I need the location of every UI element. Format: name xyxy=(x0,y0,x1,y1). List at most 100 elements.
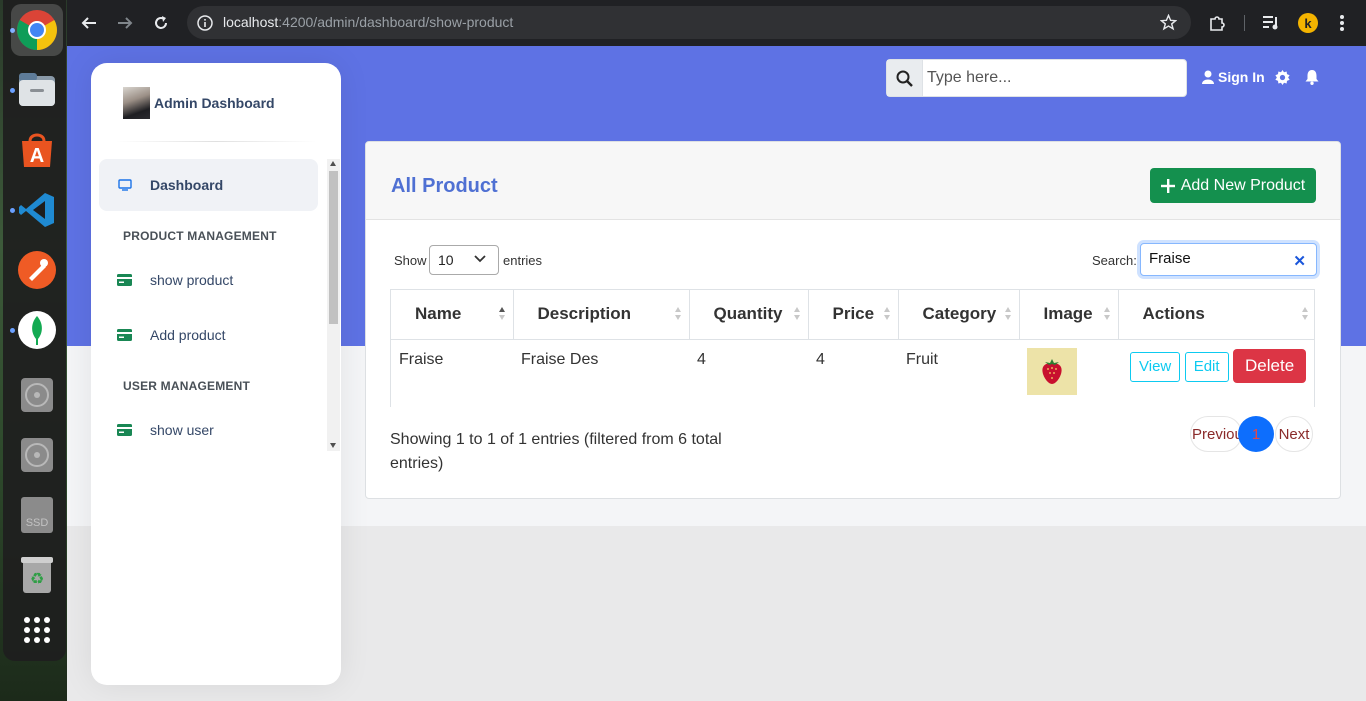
url-path: :4200/admin/dashboard/show-product xyxy=(278,14,514,30)
chrome-app-icon[interactable] xyxy=(11,4,63,56)
dock-panel: A SSD ♻ xyxy=(3,0,66,661)
page-title: All Product xyxy=(391,175,498,197)
scroll-down-arrow-icon[interactable] xyxy=(330,443,336,448)
delete-button[interactable]: Delete xyxy=(1233,348,1307,383)
site-info-icon[interactable] xyxy=(197,15,213,31)
disk-drive-icon[interactable] xyxy=(11,369,63,421)
address-bar[interactable]: localhost:4200/admin/dashboard/show-prod… xyxy=(187,6,1191,39)
user-icon xyxy=(1202,70,1214,84)
cell-quantity: 4 xyxy=(697,350,706,368)
column-header-name[interactable]: Name xyxy=(391,290,514,340)
top-search-input[interactable] xyxy=(923,69,1173,87)
svg-text:♻: ♻ xyxy=(30,569,44,588)
chevron-down-icon xyxy=(474,255,486,263)
show-apps-grid-icon[interactable] xyxy=(11,604,63,656)
column-header-image[interactable]: Image xyxy=(1019,290,1119,340)
sort-icon xyxy=(1103,307,1110,322)
length-suffix: entries xyxy=(503,253,543,268)
svg-text:SSD: SSD xyxy=(26,517,49,529)
table-search-box: ✕ xyxy=(1140,243,1317,276)
cell-price: 4 xyxy=(816,350,825,368)
scroll-up-arrow-icon[interactable] xyxy=(330,161,336,166)
sidebar-item-add-product[interactable]: Add product xyxy=(99,309,318,361)
card-icon xyxy=(99,329,150,341)
card-header: All Product Add New Product xyxy=(366,142,1340,220)
column-header-actions[interactable]: Actions xyxy=(1118,290,1314,340)
product-card: All Product Add New Product Show 10 entr… xyxy=(365,141,1341,499)
sidebar-item-label: Add product xyxy=(150,327,226,343)
notification-bell-icon[interactable] xyxy=(1305,70,1319,85)
sidebar-item-label: show product xyxy=(150,272,234,288)
product-table: Name Description Quantity Price Category… xyxy=(390,289,1315,407)
cell-name: Fraise xyxy=(399,350,444,368)
back-icon[interactable] xyxy=(77,11,101,35)
clear-search-icon[interactable]: ✕ xyxy=(1293,252,1306,270)
web-page: Sign In Admin Dashboard Dashboard PRODUC… xyxy=(67,46,1366,701)
table-row: Fraise Fraise Des 4 4 Fruit View Edit De… xyxy=(391,339,1314,407)
column-header-category[interactable]: Category xyxy=(898,290,1020,340)
settings-gear-icon[interactable] xyxy=(1275,70,1290,85)
pagination-page-1[interactable]: 1 xyxy=(1238,416,1274,452)
extensions-icon[interactable] xyxy=(1209,14,1227,32)
column-header-description[interactable]: Description xyxy=(513,290,690,340)
sort-icon xyxy=(793,307,800,322)
top-search-group xyxy=(886,59,1187,97)
view-button[interactable]: View xyxy=(1130,351,1181,382)
admin-avatar xyxy=(123,87,150,119)
column-header-price[interactable]: Price xyxy=(808,290,899,340)
more-menu-icon[interactable] xyxy=(1339,14,1345,32)
sign-in-label: Sign In xyxy=(1218,69,1265,85)
entries-per-page-select[interactable]: 10 xyxy=(429,245,499,275)
bookmark-star-icon[interactable] xyxy=(1160,14,1177,31)
disk-drive-icon[interactable] xyxy=(11,429,63,481)
table-info: Showing 1 to 1 of 1 entries (filtered fr… xyxy=(390,431,722,472)
sidebar-brand[interactable]: Admin Dashboard xyxy=(123,87,275,119)
monitor-icon xyxy=(99,179,150,191)
section-heading: USER MANAGEMENT xyxy=(123,379,251,393)
scrollbar-thumb[interactable] xyxy=(329,171,338,324)
pagination-next[interactable]: Next xyxy=(1275,416,1313,452)
vscode-app-icon[interactable] xyxy=(11,184,63,236)
table-search-input[interactable] xyxy=(1149,250,1289,267)
sidebar-item-show-user[interactable]: show user xyxy=(99,404,318,451)
sort-icon xyxy=(883,307,890,322)
search-label: Search: xyxy=(1092,253,1137,268)
add-new-product-button[interactable]: Add New Product xyxy=(1150,168,1316,203)
sign-in-link[interactable]: Sign In xyxy=(1202,69,1265,85)
column-header-quantity[interactable]: Quantity xyxy=(689,290,809,340)
forward-icon[interactable] xyxy=(113,11,137,35)
search-icon xyxy=(887,60,923,96)
media-control-icon[interactable] xyxy=(1263,15,1281,31)
url-text: localhost:4200/admin/dashboard/show-prod… xyxy=(223,14,513,30)
sidebar-item-label: Dashboard xyxy=(150,177,224,193)
postman-app-icon[interactable] xyxy=(11,244,63,296)
length-prefix: Show xyxy=(394,253,427,268)
mongodb-compass-icon[interactable] xyxy=(11,304,63,356)
sidebar-item-show-product[interactable]: show product xyxy=(99,254,318,306)
files-app-icon[interactable] xyxy=(11,64,63,116)
product-image xyxy=(1027,347,1077,395)
card-icon xyxy=(99,424,150,436)
trash-icon[interactable]: ♻ xyxy=(11,549,63,601)
sidebar: Admin Dashboard Dashboard PRODUCT MANAGE… xyxy=(91,63,341,685)
ssd-drive-icon[interactable]: SSD xyxy=(11,489,63,541)
sort-asc-icon xyxy=(498,307,505,322)
cell-image xyxy=(1019,339,1118,407)
sidebar-scrollbar[interactable] xyxy=(327,159,340,451)
reload-icon[interactable] xyxy=(149,11,173,35)
add-new-product-label: Add New Product xyxy=(1180,176,1306,194)
brand-title: Admin Dashboard xyxy=(154,95,275,111)
sort-icon xyxy=(1302,307,1308,322)
sidebar-item-dashboard[interactable]: Dashboard xyxy=(99,159,318,211)
section-heading: PRODUCT MANAGEMENT xyxy=(123,229,277,243)
strawberry-icon xyxy=(1042,359,1062,384)
edit-button[interactable]: Edit xyxy=(1184,351,1229,382)
profile-avatar-icon[interactable]: k xyxy=(1298,13,1318,33)
ubuntu-dock: A SSD ♻ xyxy=(0,0,67,701)
divider xyxy=(115,141,317,142)
pagination-previous[interactable]: Previous xyxy=(1190,416,1242,452)
plus-icon xyxy=(1160,178,1175,193)
app-center-icon[interactable]: A xyxy=(11,124,63,176)
url-host: localhost xyxy=(223,14,279,30)
sort-icon xyxy=(674,307,681,322)
